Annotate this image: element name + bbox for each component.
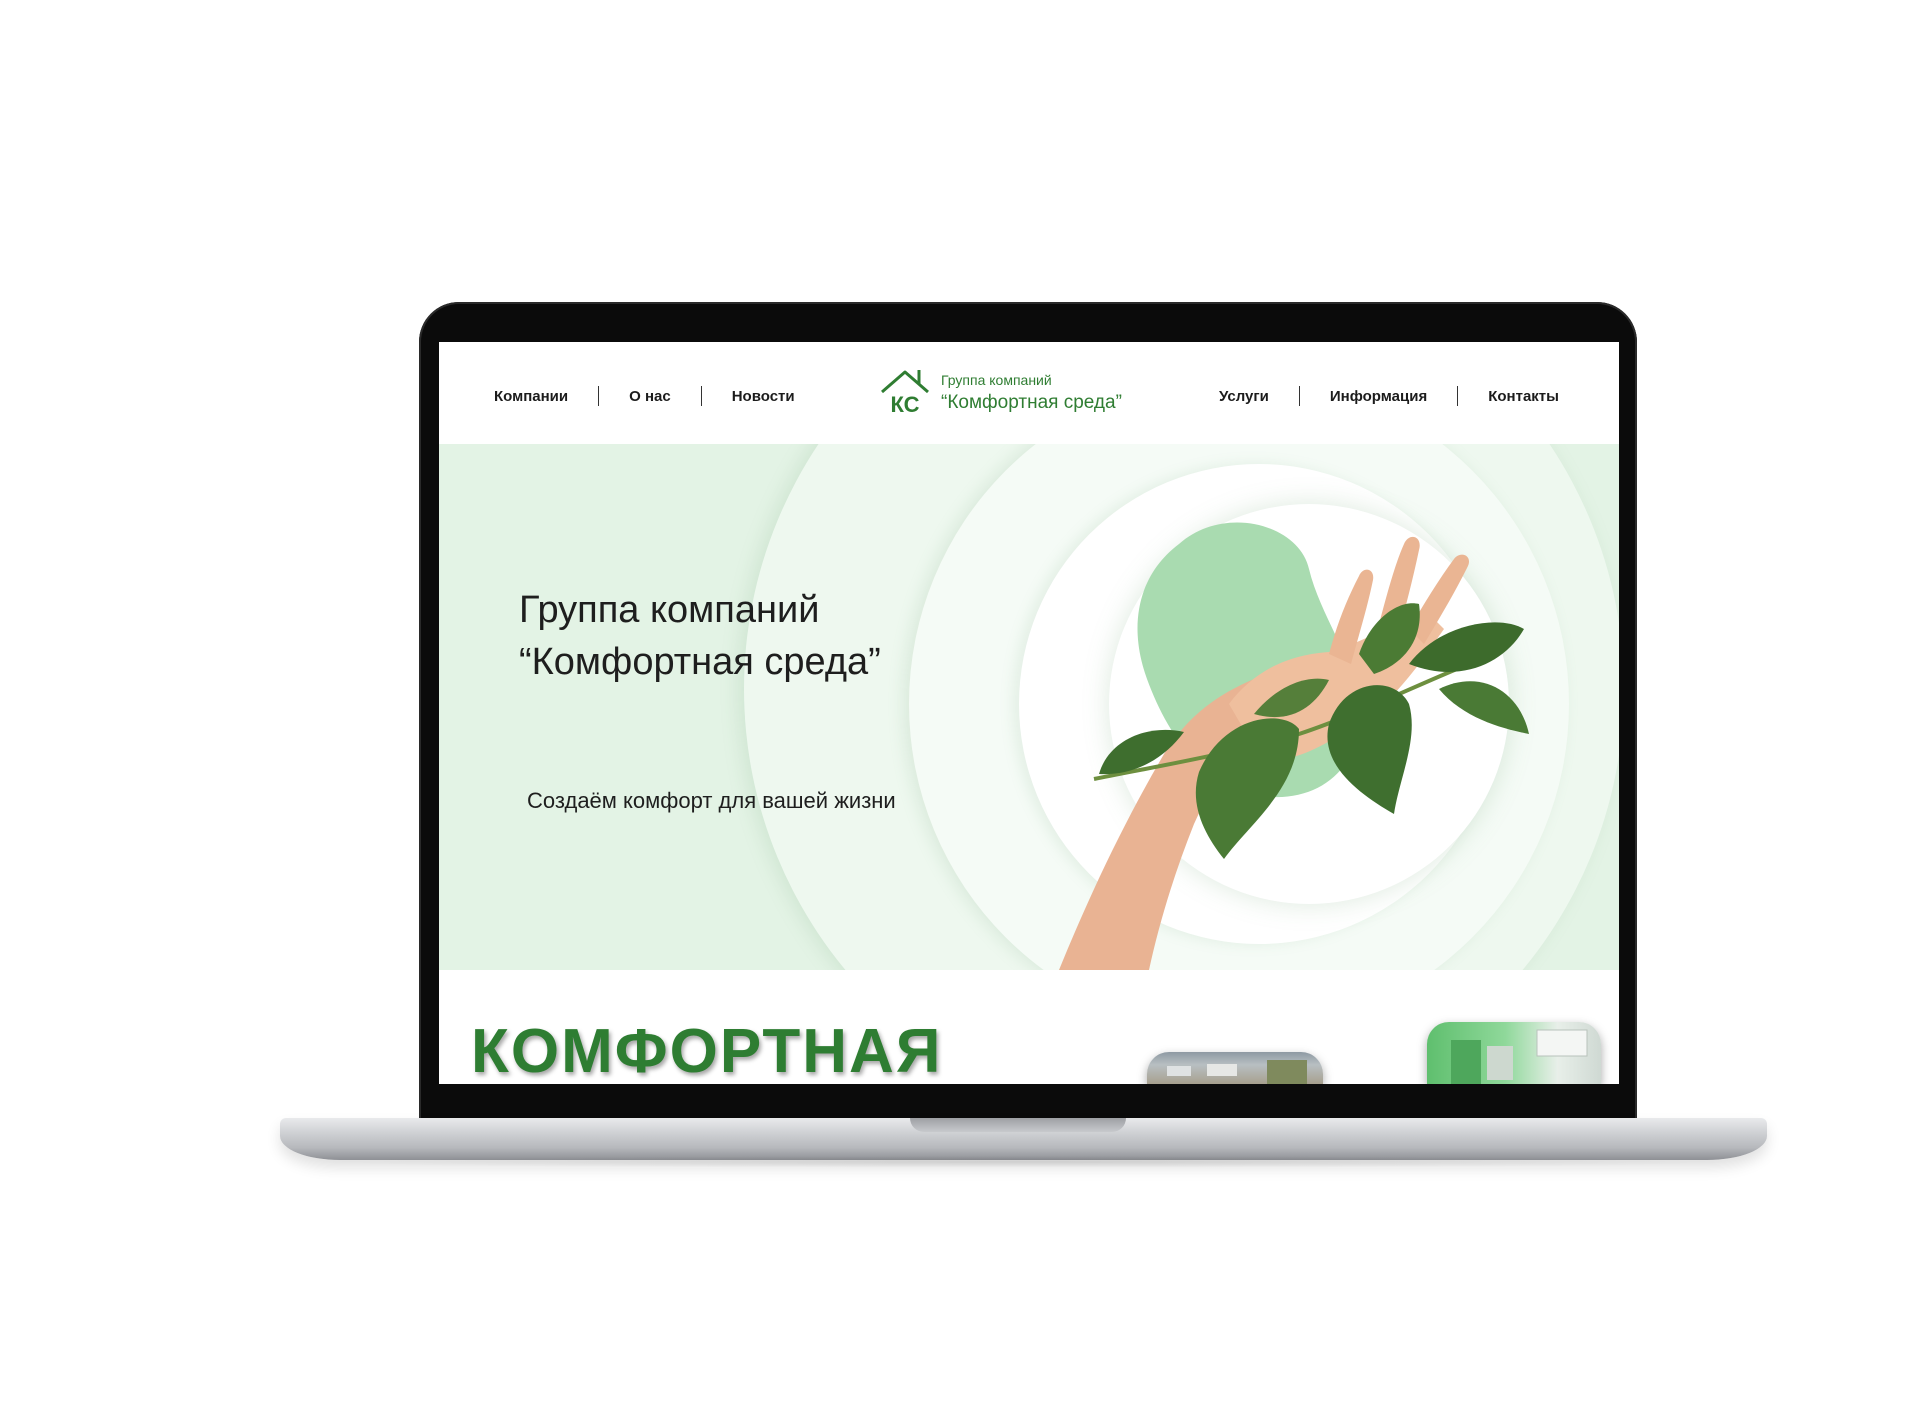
about-section-preview: КОМФОРТНАЯ xyxy=(439,970,1619,1084)
nav-right: Услуги Информация Контакты xyxy=(1219,386,1559,406)
hallway-photo-icon xyxy=(1451,1029,1588,1084)
hero-title: Группа компаний “Комфортная среда” xyxy=(519,584,881,688)
nav-link-about[interactable]: О нас xyxy=(629,388,671,405)
logo-letters: КС xyxy=(890,392,919,417)
nav-separator xyxy=(700,386,702,406)
brand-text: Группа компаний “Комфортная среда” xyxy=(941,371,1122,415)
mockup-stage: Компании О нас Новости КС Группа компани… xyxy=(0,0,1925,1421)
nav-separator xyxy=(1298,386,1300,406)
hand-with-leaves-illustration xyxy=(1059,522,1529,970)
building-photo-thumb[interactable] xyxy=(1147,1052,1323,1084)
hero-title-line1: Группа компаний xyxy=(519,589,820,631)
hero-title-line2: “Комфортная среда” xyxy=(519,641,881,683)
floor-shadow xyxy=(300,1156,1750,1168)
nav-separator xyxy=(1457,386,1459,406)
hallway-photo-thumb[interactable] xyxy=(1427,1022,1601,1084)
brand-logo-link[interactable]: КС Группа компаний “Комфортная среда” xyxy=(879,368,1122,418)
laptop-screen: Компании О нас Новости КС Группа компани… xyxy=(439,342,1619,1084)
nav-link-news[interactable]: Новости xyxy=(732,388,795,405)
nav-link-info[interactable]: Информация xyxy=(1330,388,1427,405)
nav-link-companies[interactable]: Компании xyxy=(494,388,568,405)
brand-line1: Группа компаний xyxy=(941,372,1052,388)
hero-subtitle: Создаём комфорт для вашей жизни xyxy=(527,788,896,813)
house-logo-icon: КС xyxy=(881,370,929,417)
nav-separator xyxy=(598,386,600,406)
leaf-shape xyxy=(1439,681,1529,734)
laptop-hinge-notch xyxy=(910,1118,1126,1132)
nav-left: Компании О нас Новости xyxy=(494,386,795,406)
nav-link-contacts[interactable]: Контакты xyxy=(1488,388,1559,405)
section-headline: КОМФОРТНАЯ xyxy=(471,1017,943,1084)
leaf-shape xyxy=(1327,685,1412,814)
hero-section: Группа компаний “Комфортная среда” Созда… xyxy=(439,444,1619,970)
nav-link-services[interactable]: Услуги xyxy=(1219,388,1269,405)
brand-line2: “Комфортная среда” xyxy=(941,392,1122,413)
site-header: Компании О нас Новости КС Группа компани… xyxy=(439,342,1619,444)
building-photo-icon xyxy=(1167,1060,1307,1084)
